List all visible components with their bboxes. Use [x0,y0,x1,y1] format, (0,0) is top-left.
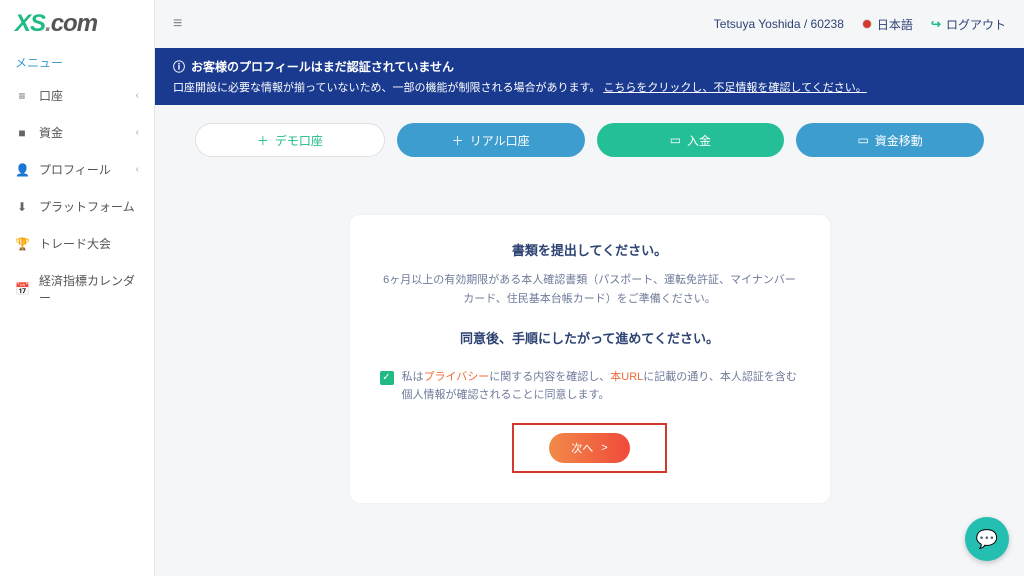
sidebar-item-contest[interactable]: 🏆 トレード大会 [0,225,154,262]
plus-icon: ＋ [257,132,269,149]
alert-title-text: お客様のプロフィールはまだ認証されていません [191,58,454,75]
sidebar: XS.com メニュー ≡ 口座 ‹ ■ 資金 ‹ 👤 プロフィール ‹ ⬇ プ… [0,0,155,576]
sidebar-item-label: 経済指標カレンダー [39,272,139,306]
next-highlight-box: 次へ > [512,423,666,473]
next-button[interactable]: 次へ > [549,433,629,463]
consent-row: ✓ 私はプライバシーに関する内容を確認し、本URLに記載の通り、本人認証を含む個… [380,369,800,404]
main-content: ≡ Tetsuya Yoshida / 60238 日本語 ↪ ログアウト ⓘ … [155,0,1024,576]
alert-message-text: 口座開設に必要な情報が揃っていないため、一部の機能が制限される場合があります。 [173,82,600,94]
logo-xs: XS [15,10,45,37]
demo-label: デモ口座 [275,132,323,149]
brand-logo[interactable]: XS.com [0,0,154,46]
sidebar-item-label: 口座 [39,87,63,104]
logout-link[interactable]: ↪ ログアウト [931,16,1006,33]
real-account-button[interactable]: ＋ リアル口座 [397,123,585,157]
sidebar-item-account[interactable]: ≡ 口座 ‹ [0,77,154,114]
deposit-button[interactable]: ▭ 入金 [597,123,785,157]
consent-text: 私はプライバシーに関する内容を確認し、本URLに記載の通り、本人認証を含む個人情… [402,369,800,404]
sidebar-item-label: トレード大会 [39,235,111,252]
menu-toggle-icon[interactable]: ≡ [173,15,182,33]
wallet-icon: ■ [15,126,29,140]
download-icon: ⬇ [15,200,29,214]
chevron-right-icon: > [601,442,607,454]
sidebar-item-label: プロフィール [39,161,111,178]
verification-alert: ⓘ お客様のプロフィールはまだ認証されていません 口座開設に必要な情報が揃ってい… [155,48,1024,105]
card-subtitle: 同意後、手順にしたがって進めてください。 [380,328,800,347]
chevron-left-icon: ‹ [136,164,139,175]
list-icon: ≡ [15,89,29,103]
next-label: 次へ [571,440,593,456]
consent-checkbox[interactable]: ✓ [380,371,394,385]
sidebar-item-label: プラットフォーム [39,198,135,215]
transfer-button[interactable]: ▭ 資金移動 [796,123,984,157]
alert-link[interactable]: こちらをクリックし、不足情報を確認してください。 [603,82,866,94]
action-buttons: ＋ デモ口座 ＋ リアル口座 ▭ 入金 ▭ 資金移動 [155,105,1024,175]
transfer-label: 資金移動 [875,132,923,149]
logout-label: ログアウト [946,16,1006,33]
menu-title: メニュー [0,46,154,77]
real-label: リアル口座 [470,132,530,149]
verification-card: 書類を提出してください。 6ヶ月以上の有効期限がある本人確認書類（パスポート、運… [350,215,830,503]
chevron-left-icon: ‹ [136,127,139,138]
url-link[interactable]: 本URL [610,371,643,383]
chat-icon: 💬 [976,529,998,550]
card-title: 書類を提出してください。 [380,240,800,259]
info-icon: ⓘ [173,58,185,75]
user-icon: 👤 [15,163,29,177]
sidebar-item-label: 資金 [39,124,63,141]
user-display[interactable]: Tetsuya Yoshida / 60238 [714,17,844,31]
language-label: 日本語 [877,16,913,33]
demo-account-button[interactable]: ＋ デモ口座 [195,123,385,157]
card-icon: ▭ [857,133,868,147]
deposit-label: 入金 [687,132,711,149]
sidebar-item-calendar[interactable]: 📅 経済指標カレンダー [0,262,154,316]
chevron-left-icon: ‹ [136,90,139,101]
sidebar-item-profile[interactable]: 👤 プロフィール ‹ [0,151,154,188]
calendar-icon: 📅 [15,282,29,296]
plus-icon: ＋ [452,132,464,149]
topbar: ≡ Tetsuya Yoshida / 60238 日本語 ↪ ログアウト [155,0,1024,48]
trophy-icon: 🏆 [15,237,29,251]
flag-jp-icon [862,19,872,29]
privacy-link[interactable]: プライバシー [424,371,490,383]
language-switch[interactable]: 日本語 [862,16,913,33]
chat-fab[interactable]: 💬 [965,517,1009,561]
sidebar-item-funds[interactable]: ■ 資金 ‹ [0,114,154,151]
sidebar-item-platform[interactable]: ⬇ プラットフォーム [0,188,154,225]
logo-com: com [51,10,97,37]
card-description: 6ヶ月以上の有効期限がある本人確認書類（パスポート、運転免許証、マイナンバーカー… [380,271,800,308]
logout-icon: ↪ [931,17,941,31]
card-icon: ▭ [670,133,681,147]
